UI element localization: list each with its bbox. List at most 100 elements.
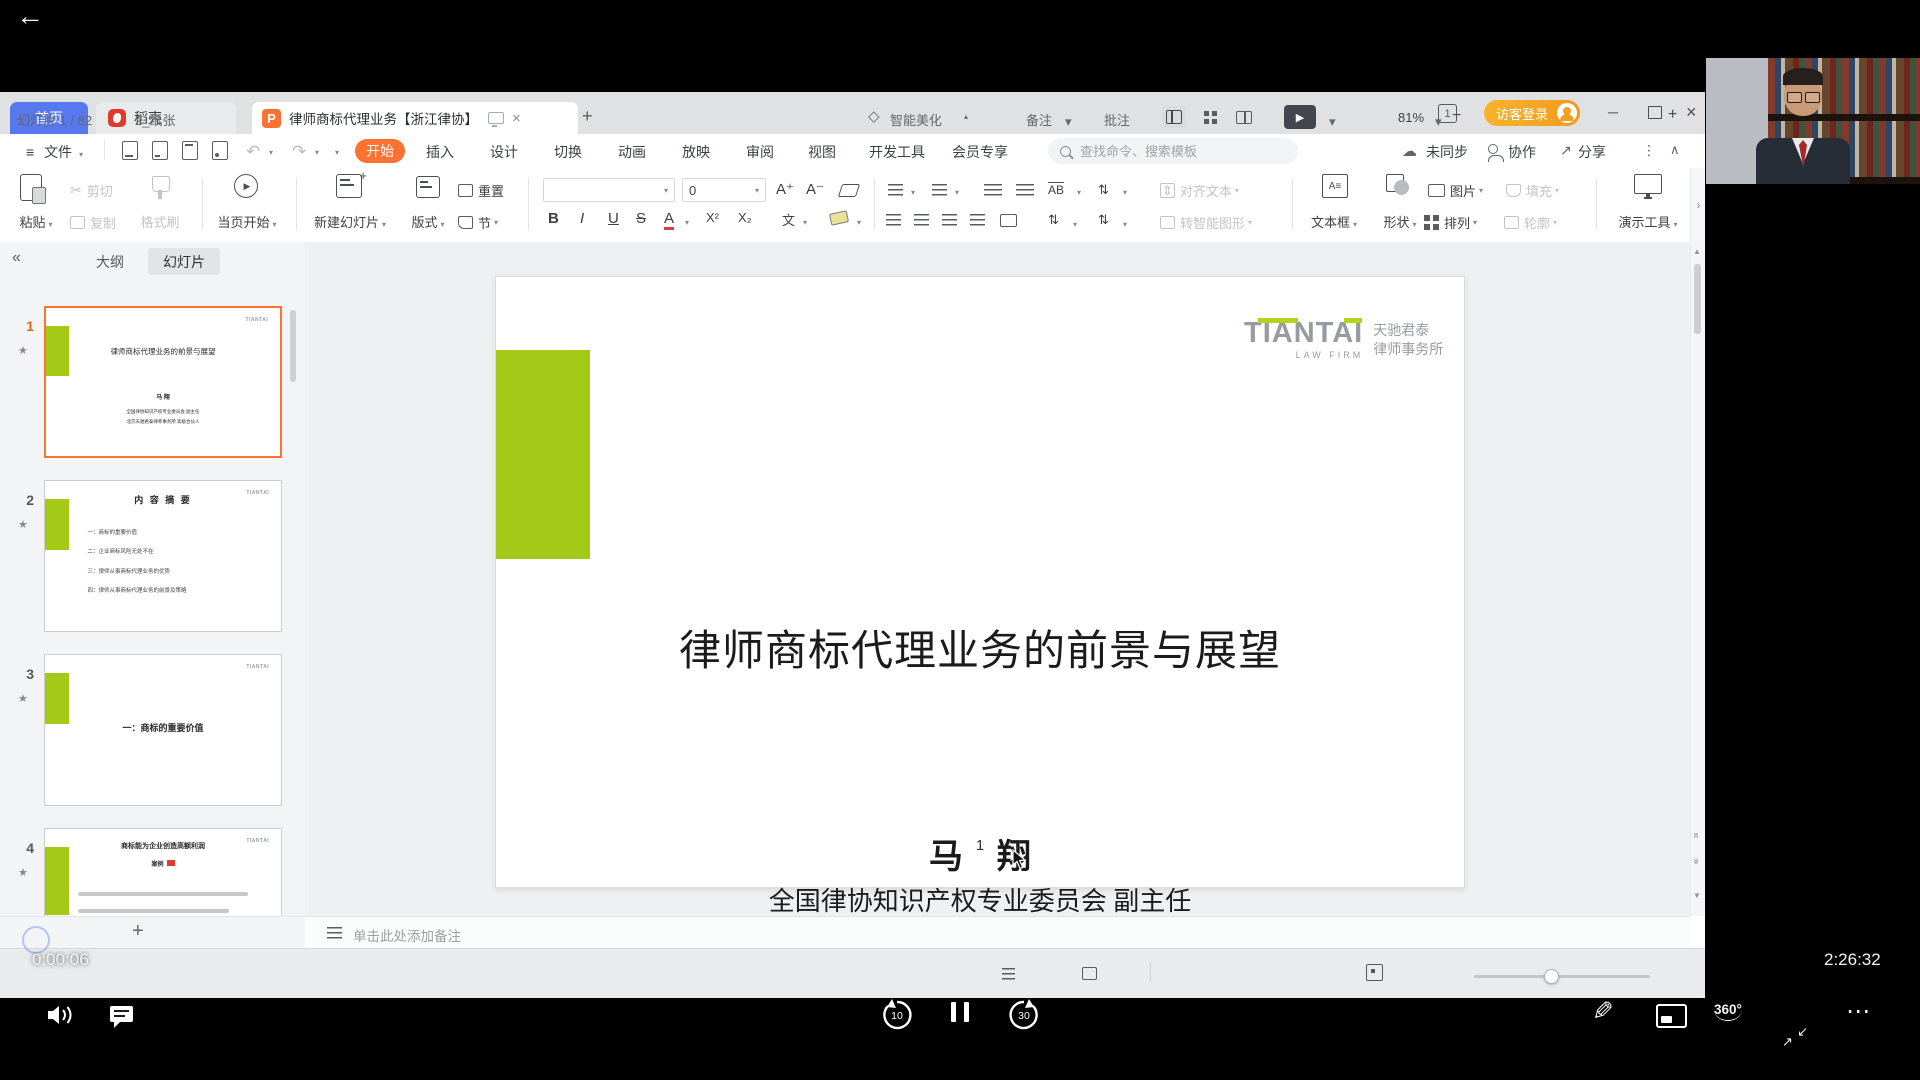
zoom-out-button[interactable]: − bbox=[1452, 108, 1461, 124]
export-icon[interactable] bbox=[152, 141, 168, 160]
command-search[interactable] bbox=[1048, 138, 1298, 164]
strikethrough-button[interactable]: S bbox=[636, 210, 646, 227]
zoom-level[interactable]: 81% bbox=[1398, 110, 1424, 125]
rotate-360-button[interactable]: 360° bbox=[1714, 1002, 1742, 1021]
webcam-video[interactable] bbox=[1706, 58, 1920, 184]
slide-thumbnail-3[interactable]: TIANTAI 一：商标的重要价值 bbox=[44, 654, 282, 806]
menu-tab-animation[interactable]: 动画 bbox=[618, 142, 646, 162]
close-window-button[interactable]: × bbox=[1686, 103, 1697, 121]
status-notes-icon[interactable] bbox=[1002, 968, 1015, 980]
sync-status-label[interactable]: 未同步 bbox=[1426, 142, 1468, 162]
arrange-button[interactable]: 排列▾ bbox=[1424, 210, 1477, 234]
status-notes-button[interactable]: 备注 bbox=[1026, 110, 1052, 129]
beautify-button[interactable]: 智能美化 bbox=[890, 110, 942, 129]
redo-icon[interactable]: ↷ bbox=[292, 142, 306, 162]
section-button[interactable]: 节▾ bbox=[458, 210, 498, 234]
comments-button[interactable]: 批注 bbox=[1104, 110, 1130, 129]
save-icon[interactable] bbox=[122, 141, 138, 160]
to-smart-graphic-button[interactable]: 转智能图形▾ bbox=[1160, 210, 1252, 234]
zoom-caret-icon[interactable]: ▾ bbox=[1435, 114, 1442, 130]
maximize-button[interactable] bbox=[1648, 106, 1662, 119]
picture-button[interactable]: 图片▾ bbox=[1428, 178, 1483, 202]
copy-button[interactable]: 复制 bbox=[70, 210, 116, 234]
fill-button[interactable]: 填充▾ bbox=[1506, 178, 1559, 202]
increase-font-icon[interactable]: A⁺ bbox=[776, 180, 794, 198]
more-options-button[interactable]: ⋯ bbox=[1846, 1000, 1870, 1024]
view-sorter-button[interactable] bbox=[1198, 106, 1222, 128]
present-tools-button[interactable]: 演示工具▾ bbox=[1608, 212, 1688, 231]
align-left-icon[interactable] bbox=[886, 214, 901, 226]
superscript-button[interactable]: X² bbox=[706, 210, 719, 225]
play-from-current-button[interactable]: 当页开始▾ bbox=[208, 212, 286, 231]
exit-fullscreen-button[interactable]: ↙ ↗ bbox=[1782, 1024, 1808, 1050]
zoom-in-button[interactable]: + bbox=[1668, 107, 1677, 123]
paste-button[interactable]: 粘贴▾ bbox=[8, 212, 64, 231]
tab-document[interactable]: P 律师商标代理业务【浙江律协】 × bbox=[252, 102, 578, 134]
align-center-icon[interactable] bbox=[914, 214, 929, 226]
highlight-caret-icon[interactable]: ▾ bbox=[857, 218, 861, 227]
bold-button[interactable]: B bbox=[548, 210, 559, 227]
menu-tab-insert[interactable]: 插入 bbox=[426, 142, 454, 162]
font-family-select[interactable]: ▾ bbox=[543, 178, 675, 202]
align-right-icon[interactable] bbox=[942, 214, 957, 226]
menu-tab-transition[interactable]: 切换 bbox=[554, 142, 582, 162]
slide-thumbnail-1[interactable]: TIANTAI 律师商标代理业务的前景与展望 马 翔 全国律协知识产权专业委员会… bbox=[44, 306, 282, 458]
rewind-10-button[interactable]: 10 bbox=[880, 998, 914, 1032]
undo-caret-icon[interactable]: ▾ bbox=[269, 148, 273, 157]
justify-icon[interactable] bbox=[970, 214, 985, 226]
cloud-sync-icon[interactable]: ☁ bbox=[1402, 142, 1417, 160]
comments-icon[interactable] bbox=[1082, 967, 1097, 980]
numbered-caret-icon[interactable]: ▾ bbox=[955, 188, 959, 197]
outline-button[interactable]: 轮廓▾ bbox=[1504, 210, 1557, 234]
decrease-font-icon[interactable]: A⁻ bbox=[806, 180, 824, 198]
print-icon[interactable] bbox=[182, 141, 198, 160]
search-input[interactable] bbox=[1078, 143, 1262, 160]
previous-slide-icon[interactable]: « bbox=[1690, 833, 1701, 839]
font-color-caret-icon[interactable]: ▾ bbox=[685, 218, 689, 227]
font-color-button[interactable]: A bbox=[664, 210, 674, 230]
bullet-list-icon[interactable] bbox=[888, 184, 903, 196]
pause-button[interactable] bbox=[951, 1002, 969, 1022]
distribute-icon[interactable] bbox=[1000, 214, 1017, 227]
beautify-icon[interactable]: ◇ bbox=[868, 109, 880, 124]
share-label[interactable]: 分享 bbox=[1578, 142, 1606, 162]
scroll-up-icon[interactable]: ▲ bbox=[1693, 248, 1701, 256]
forward-30-button[interactable]: 30 bbox=[1007, 998, 1041, 1032]
vertical-scrollbar[interactable] bbox=[1690, 242, 1705, 916]
zoom-slider-knob[interactable] bbox=[1544, 969, 1559, 984]
cut-button[interactable]: ✂剪切 bbox=[70, 178, 113, 202]
phonetic-guide-button[interactable]: 文 bbox=[782, 210, 795, 229]
quick-access-more-icon[interactable]: ▾ bbox=[335, 148, 339, 157]
notes-bar[interactable]: 单击此处添加备注 bbox=[305, 916, 1690, 949]
picture-in-picture-button[interactable] bbox=[1656, 1004, 1687, 1028]
line-spacing-caret-icon[interactable]: ▾ bbox=[1073, 220, 1077, 229]
paste-icon[interactable] bbox=[20, 174, 42, 201]
guest-login-button[interactable]: 访客登录 bbox=[1484, 100, 1580, 126]
increase-indent-icon[interactable] bbox=[1016, 184, 1034, 196]
annotate-pencil-button[interactable]: ✎ bbox=[1592, 998, 1614, 1024]
slide-thumbnail-2[interactable]: TIANTAI 内 容 摘 要 一：商标的重要价值 二：企业商标风险无处不在 三… bbox=[44, 480, 282, 632]
share-icon[interactable]: ↗ bbox=[1560, 142, 1572, 159]
template-name[interactable]: 2_纸张 bbox=[135, 110, 175, 129]
tab-slides[interactable]: 幻灯片 bbox=[148, 248, 220, 275]
font-size-select[interactable]: 0▾ bbox=[682, 178, 766, 202]
view-reading-button[interactable] bbox=[1232, 106, 1256, 128]
text-direction-caret-icon[interactable]: ▾ bbox=[1077, 188, 1081, 197]
ribbon-expand-strip[interactable]: › bbox=[1690, 168, 1705, 242]
menu-tab-view[interactable]: 视图 bbox=[808, 142, 836, 162]
slideshow-caret-icon[interactable]: ▾ bbox=[1329, 114, 1336, 130]
collaborate-icon[interactable] bbox=[1488, 144, 1504, 162]
bullet-caret-icon[interactable]: ▾ bbox=[911, 188, 915, 197]
file-menu[interactable]: ≡ 文件 ▾ bbox=[26, 142, 83, 162]
menu-tab-design[interactable]: 设计 bbox=[490, 142, 518, 162]
align-text-button[interactable]: ⇕对齐文本▾ bbox=[1160, 178, 1239, 202]
scrollbar-thumb[interactable] bbox=[1694, 264, 1701, 334]
menu-tab-home[interactable]: 开始 bbox=[355, 139, 405, 163]
sidebar-scrollbar[interactable] bbox=[290, 310, 296, 382]
menu-tab-slideshow[interactable]: 放映 bbox=[682, 142, 710, 162]
print-preview-icon[interactable] bbox=[212, 141, 228, 160]
char-spacing-icon[interactable]: ⇅ bbox=[1098, 182, 1109, 198]
decrease-indent-icon[interactable] bbox=[984, 184, 1002, 196]
view-normal-button[interactable] bbox=[1162, 106, 1186, 128]
numbered-list-icon[interactable] bbox=[932, 184, 947, 196]
